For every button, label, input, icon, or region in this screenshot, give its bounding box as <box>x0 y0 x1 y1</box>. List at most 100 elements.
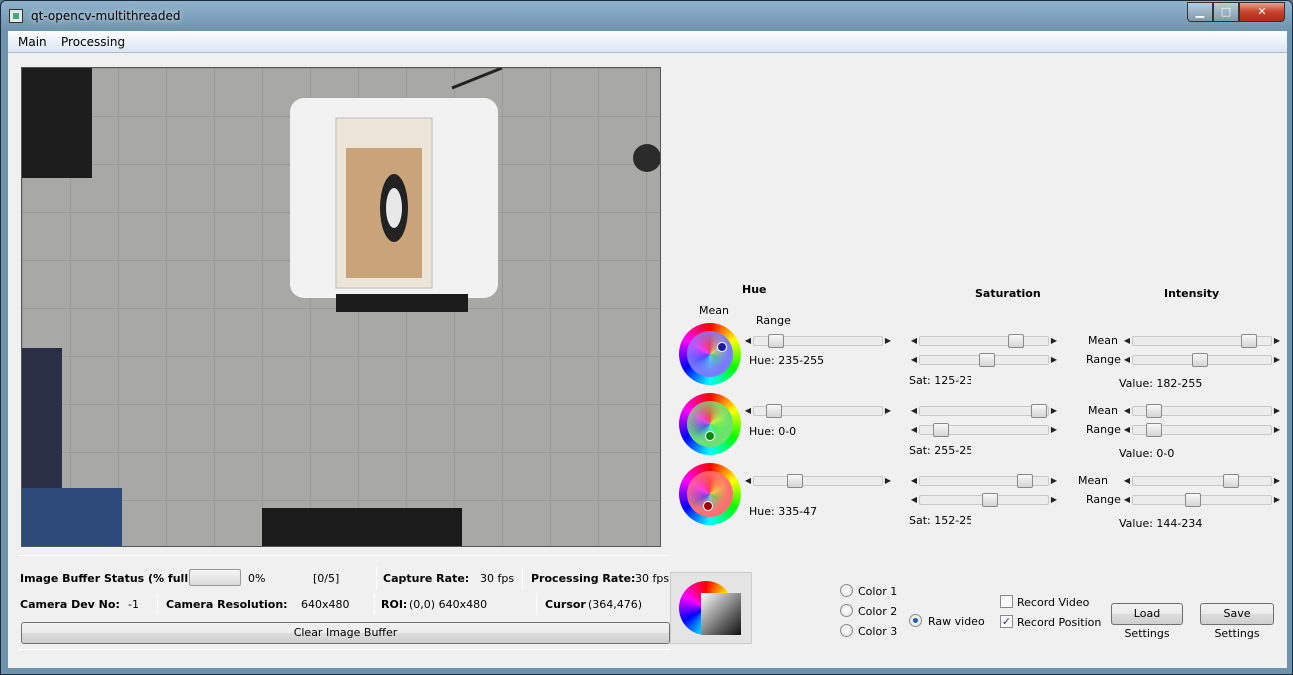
sat-range-slider-1[interactable]: ◀ ▶ <box>909 353 1059 367</box>
hue-value-1: Hue: 235-255 <box>749 354 825 367</box>
client-area: Image Buffer Status (% full): 0% [0/5] C… <box>8 53 1287 668</box>
dial-center <box>687 331 733 377</box>
maximize-button[interactable]: □ <box>1213 2 1239 22</box>
hue-mean-header: Mean <box>699 304 729 317</box>
int-value-2: Value: 0-0 <box>1119 447 1175 460</box>
hue-range-slider-1[interactable]: ◀ ▶ <box>743 334 893 348</box>
raw-video-radio-label[interactable]: Raw video <box>928 615 985 628</box>
slider-thumb[interactable] <box>933 423 949 437</box>
int-mean-slider-3[interactable]: ◀ ▶ <box>1122 474 1282 488</box>
hue-mean-dial-2[interactable] <box>679 393 741 455</box>
int-range-label-3: Range <box>1086 493 1121 506</box>
sat-mean-slider-1[interactable]: ◀ ▶ <box>909 334 1059 348</box>
title-bar[interactable]: qt-opencv-multithreaded ▁ □ ✕ <box>1 1 1292 31</box>
int-value-3: Value: 144-234 <box>1119 517 1203 530</box>
sat-value-1: Sat: 125-239 <box>909 374 971 387</box>
dial-knob[interactable] <box>705 431 715 441</box>
int-mean-label-2: Mean <box>1088 404 1118 417</box>
int-mean-slider-1[interactable]: ◀ ▶ <box>1122 334 1282 348</box>
int-range-slider-3[interactable]: ◀ ▶ <box>1122 493 1282 507</box>
slider-thumb[interactable] <box>1008 334 1024 348</box>
buffer-progress-bar <box>189 569 241 586</box>
processing-rate-value: 30 fps <box>635 572 670 585</box>
capture-rate-label: Capture Rate: <box>383 572 470 585</box>
camera-dev-label: Camera Dev No: <box>20 598 120 611</box>
intensity-header: Intensity <box>1164 287 1220 300</box>
hue-range-slider-2[interactable]: ◀ ▶ <box>743 404 893 418</box>
camera-frame[interactable] <box>21 67 661 547</box>
sat-value-2: Sat: 255-255 <box>909 444 971 457</box>
sat-mean-slider-2[interactable]: ◀ ▶ <box>909 404 1059 418</box>
camera-image <box>22 68 660 546</box>
int-mean-label-3: Mean <box>1078 474 1108 487</box>
record-video-checkbox[interactable] <box>1000 595 1013 608</box>
roi-label: ROI: <box>381 598 408 611</box>
slider-thumb[interactable] <box>1192 353 1208 367</box>
sat-range-slider-3[interactable]: ◀ ▶ <box>909 493 1059 507</box>
dial-knob[interactable] <box>717 342 727 352</box>
window-title: qt-opencv-multithreaded <box>31 9 181 23</box>
hue-mean-dial-1[interactable] <box>679 323 741 385</box>
cursor-value: (364,476) <box>588 598 643 611</box>
int-mean-slider-2[interactable]: ◀ ▶ <box>1122 404 1282 418</box>
color1-radio-label[interactable]: Color 1 <box>858 585 897 598</box>
slider-thumb[interactable] <box>787 474 803 488</box>
slider-thumb[interactable] <box>766 404 782 418</box>
buffer-percent: 0% <box>248 572 266 585</box>
record-video-label[interactable]: Record Video <box>1017 596 1089 609</box>
int-range-label-2: Range <box>1086 423 1121 436</box>
color2-radio-label[interactable]: Color 2 <box>858 605 897 618</box>
dial-knob[interactable] <box>703 501 713 511</box>
clear-image-buffer-button[interactable]: Clear Image Buffer <box>21 622 670 644</box>
sat-mean-slider-3[interactable]: ◀ ▶ <box>909 474 1059 488</box>
record-position-checkbox[interactable]: ✓ <box>1000 615 1013 628</box>
color3-radio-label[interactable]: Color 3 <box>858 625 897 638</box>
color1-radio[interactable] <box>840 584 853 597</box>
hue-value-3: Hue: 335-47 <box>749 505 818 518</box>
slider-thumb[interactable] <box>1017 474 1033 488</box>
capture-rate-value: 30 fps <box>480 572 515 585</box>
slider-thumb[interactable] <box>1185 493 1201 507</box>
hue-value-2: Hue: 0-0 <box>749 425 797 438</box>
cursor-label: Cursor <box>545 598 586 611</box>
roi-value: (0,0) 640x480 <box>409 598 488 611</box>
divider <box>536 593 537 615</box>
slider-thumb[interactable] <box>1146 404 1162 418</box>
record-position-label[interactable]: Record Position <box>1017 616 1101 629</box>
slider-thumb[interactable] <box>768 334 784 348</box>
divider <box>376 567 377 589</box>
minimize-button[interactable]: ▁ <box>1187 2 1213 22</box>
slider-thumb[interactable] <box>1031 404 1047 418</box>
int-range-slider-2[interactable]: ◀ ▶ <box>1122 423 1282 437</box>
raw-video-radio[interactable] <box>909 614 922 627</box>
sat-value-3: Sat: 152-255 <box>909 514 971 527</box>
color3-radio[interactable] <box>840 624 853 637</box>
menu-processing[interactable]: Processing <box>61 35 125 49</box>
camera-resolution-value: 640x480 <box>301 598 350 611</box>
processing-rate-label: Processing Rate: <box>531 572 636 585</box>
slider-thumb[interactable] <box>982 493 998 507</box>
slider-thumb[interactable] <box>979 353 995 367</box>
load-settings-button[interactable]: Load Settings <box>1111 603 1183 640</box>
hsv-cylinder-image <box>670 572 752 644</box>
divider <box>157 593 158 615</box>
save-settings-button[interactable]: Save Settings <box>1200 603 1274 640</box>
hue-header: Hue <box>742 283 767 296</box>
slider-thumb[interactable] <box>1146 423 1162 437</box>
saturation-header: Saturation <box>975 287 1041 300</box>
hue-range-slider-3[interactable]: ◀ ▶ <box>743 474 893 488</box>
separator-top <box>18 555 671 556</box>
buffer-status-label: Image Buffer Status (% full): <box>20 572 198 585</box>
hue-range-header: Range <box>756 314 791 327</box>
camera-resolution-label: Camera Resolution: <box>166 598 288 611</box>
slider-thumb[interactable] <box>1223 474 1239 488</box>
close-button[interactable]: ✕ <box>1239 2 1285 22</box>
menu-bar: Main Processing <box>8 31 1287 53</box>
int-range-slider-1[interactable]: ◀ ▶ <box>1122 353 1282 367</box>
slider-thumb[interactable] <box>1241 334 1257 348</box>
color2-radio[interactable] <box>840 604 853 617</box>
app-icon <box>9 9 23 23</box>
sat-range-slider-2[interactable]: ◀ ▶ <box>909 423 1059 437</box>
menu-main[interactable]: Main <box>18 35 47 49</box>
hue-mean-dial-3[interactable] <box>679 463 741 525</box>
